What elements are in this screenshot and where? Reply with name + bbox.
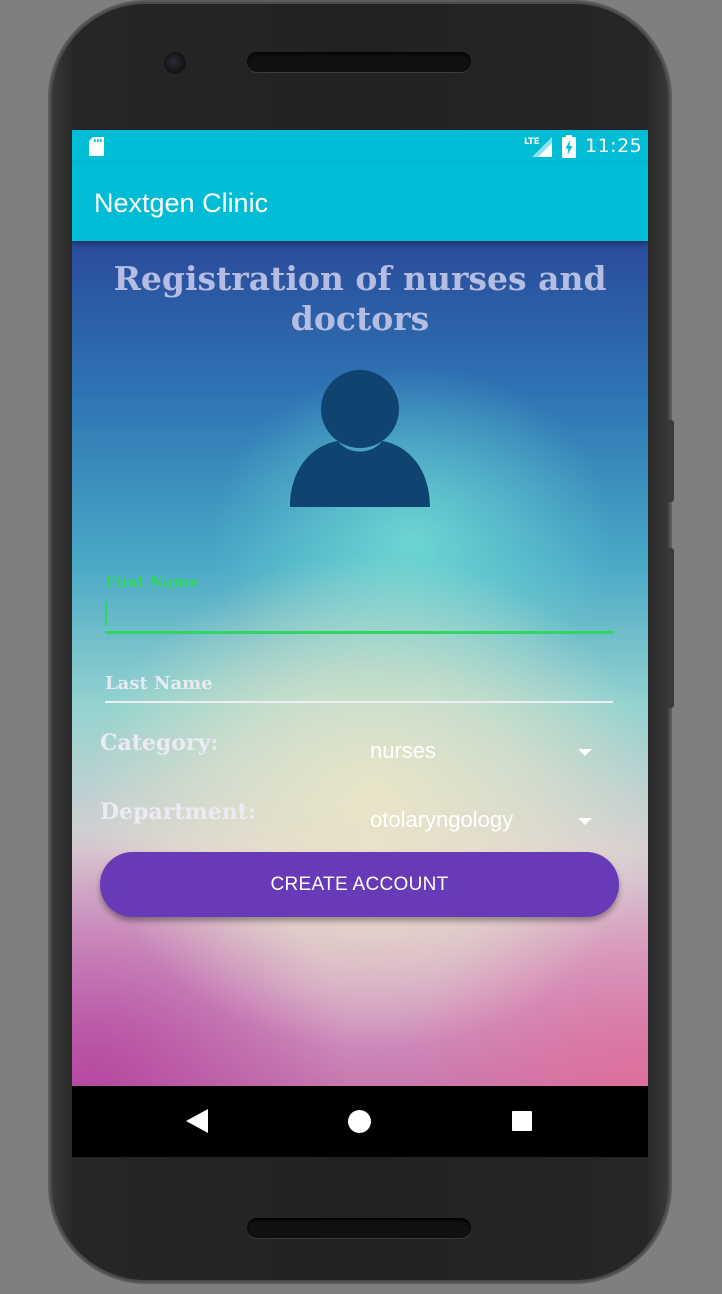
app-bar: Nextgen Clinic [72,163,648,241]
page-title: Registration of nurses and doctors [113,259,607,338]
registration-form: Registration of nurses and doctors First… [72,241,648,1086]
department-dropdown[interactable]: otolaryngology [370,803,602,839]
screen: LTE 11:25 Nextgen Clinic Registration of… [72,130,648,1157]
lte-signal-icon: LTE [524,137,552,157]
create-account-button[interactable]: CREATE ACCOUNT [100,852,619,917]
last-name-input[interactable]: Last Name [105,671,613,703]
category-selected-value: nurses [370,738,437,763]
person-icon [290,370,430,507]
bottom-speaker [247,1218,471,1238]
text-cursor [105,601,107,626]
status-bar: LTE 11:25 [72,130,648,163]
sd-card-icon [89,137,104,156]
dropdown-arrow-icon [578,749,592,756]
status-clock: 11:25 [585,135,643,157]
app-title: Nextgen Clinic [94,188,269,218]
department-label: Department: [100,799,257,825]
svg-text:LTE: LTE [524,137,540,147]
back-icon[interactable] [186,1109,208,1133]
battery-charging-icon [562,135,576,158]
navigation-bar [72,1086,648,1157]
recents-icon[interactable] [512,1111,532,1131]
power-button [668,420,674,502]
category-label: Category: [100,730,219,756]
volume-button [668,548,674,708]
home-icon[interactable] [348,1110,371,1133]
dropdown-arrow-icon [578,818,592,825]
department-selected-value: otolaryngology [370,807,514,832]
top-speaker [247,52,471,72]
first-name-input[interactable] [105,597,613,634]
first-name-label: First Name [105,573,199,591]
last-name-placeholder: Last Name [105,673,213,694]
category-dropdown[interactable]: nurses [370,734,602,770]
front-camera [164,52,186,74]
